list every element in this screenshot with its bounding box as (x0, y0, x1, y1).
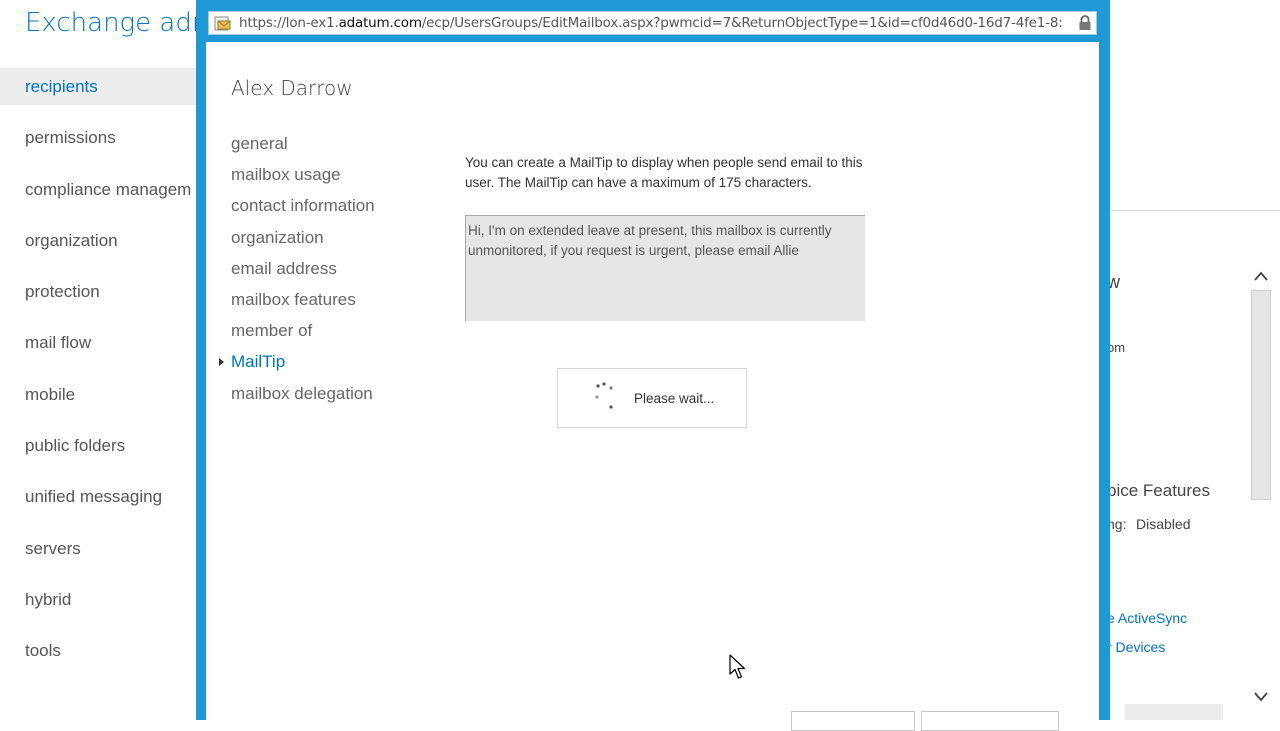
envelope-page-icon (213, 14, 231, 32)
nav-item-mail-flow[interactable]: mail flow (0, 324, 200, 361)
dialog-title: Alex Darrow (231, 76, 353, 100)
details-status-value: Disabled (1136, 516, 1191, 532)
tab-mailbox-features[interactable]: mailbox features (231, 287, 375, 318)
chevron-down-icon[interactable] (1253, 689, 1269, 705)
nav-item-mobile[interactable]: mobile (0, 376, 200, 413)
mouse-cursor-icon (729, 654, 747, 682)
tab-member-of[interactable]: member of (231, 318, 375, 349)
tab-general[interactable]: general (231, 131, 375, 162)
nav-item-tools[interactable]: tools (0, 632, 200, 669)
left-navigation: recipients permissions compliance manage… (0, 68, 200, 684)
tab-mailbox-usage[interactable]: mailbox usage (231, 162, 375, 193)
url-domain: adatum.com (338, 15, 422, 31)
tab-email-address[interactable]: email address (231, 256, 375, 287)
nav-item-compliance-management[interactable]: compliance managem (0, 171, 200, 208)
save-button[interactable] (791, 711, 915, 731)
tab-organization[interactable]: organization (231, 225, 375, 256)
mailtip-description: You can create a MailTip to display when… (465, 155, 863, 190)
nav-item-recipients[interactable]: recipients (0, 68, 200, 105)
dialog-tab-list: general mailbox usage contact informatio… (219, 131, 375, 412)
nav-item-servers[interactable]: servers (0, 530, 200, 567)
app-title: Exchange adm (25, 8, 218, 38)
nav-item-organization[interactable]: organization (0, 222, 200, 259)
devices-link[interactable]: r Devices (1107, 639, 1165, 655)
details-scrollbar-thumb[interactable] (1251, 290, 1271, 500)
nav-item-protection[interactable]: protection (0, 273, 200, 310)
details-heading: pice Features (1107, 481, 1210, 500)
selected-caret-icon (219, 358, 224, 367)
nav-item-hybrid[interactable]: hybrid (0, 581, 200, 618)
cancel-button[interactable] (921, 711, 1059, 731)
details-button[interactable] (1125, 704, 1223, 720)
mailtip-textarea[interactable]: Hi, I'm on extended leave at present, th… (465, 215, 865, 321)
tab-mailbox-delegation[interactable]: mailbox delegation (231, 381, 375, 412)
spinner-icon (594, 381, 620, 411)
nav-item-unified-messaging[interactable]: unified messaging (0, 478, 200, 515)
divider (1107, 210, 1280, 211)
tab-contact-information[interactable]: contact information (231, 193, 375, 224)
activesync-link[interactable]: e ActiveSync (1107, 610, 1187, 626)
tab-mailtip-label: MailTip (231, 352, 286, 372)
lock-icon (1078, 15, 1092, 31)
url-path: /ecp/UsersGroups/EditMailbox.aspx?pwmcid… (421, 15, 1063, 31)
wait-label: Please wait... (634, 391, 715, 406)
please-wait-indicator: Please wait... (557, 368, 747, 428)
url-text: https://lon-ex1.adatum.com/ecp/UsersGrou… (239, 15, 1063, 31)
nav-item-public-folders[interactable]: public folders (0, 427, 200, 464)
nav-item-permissions[interactable]: permissions (0, 119, 200, 156)
address-bar[interactable]: https://lon-ex1.adatum.com/ecp/UsersGrou… (208, 11, 1097, 35)
tab-mailtip[interactable]: MailTip (219, 349, 375, 380)
url-prefix: https://lon-ex1. (239, 15, 339, 31)
chevron-up-icon[interactable] (1253, 268, 1269, 284)
